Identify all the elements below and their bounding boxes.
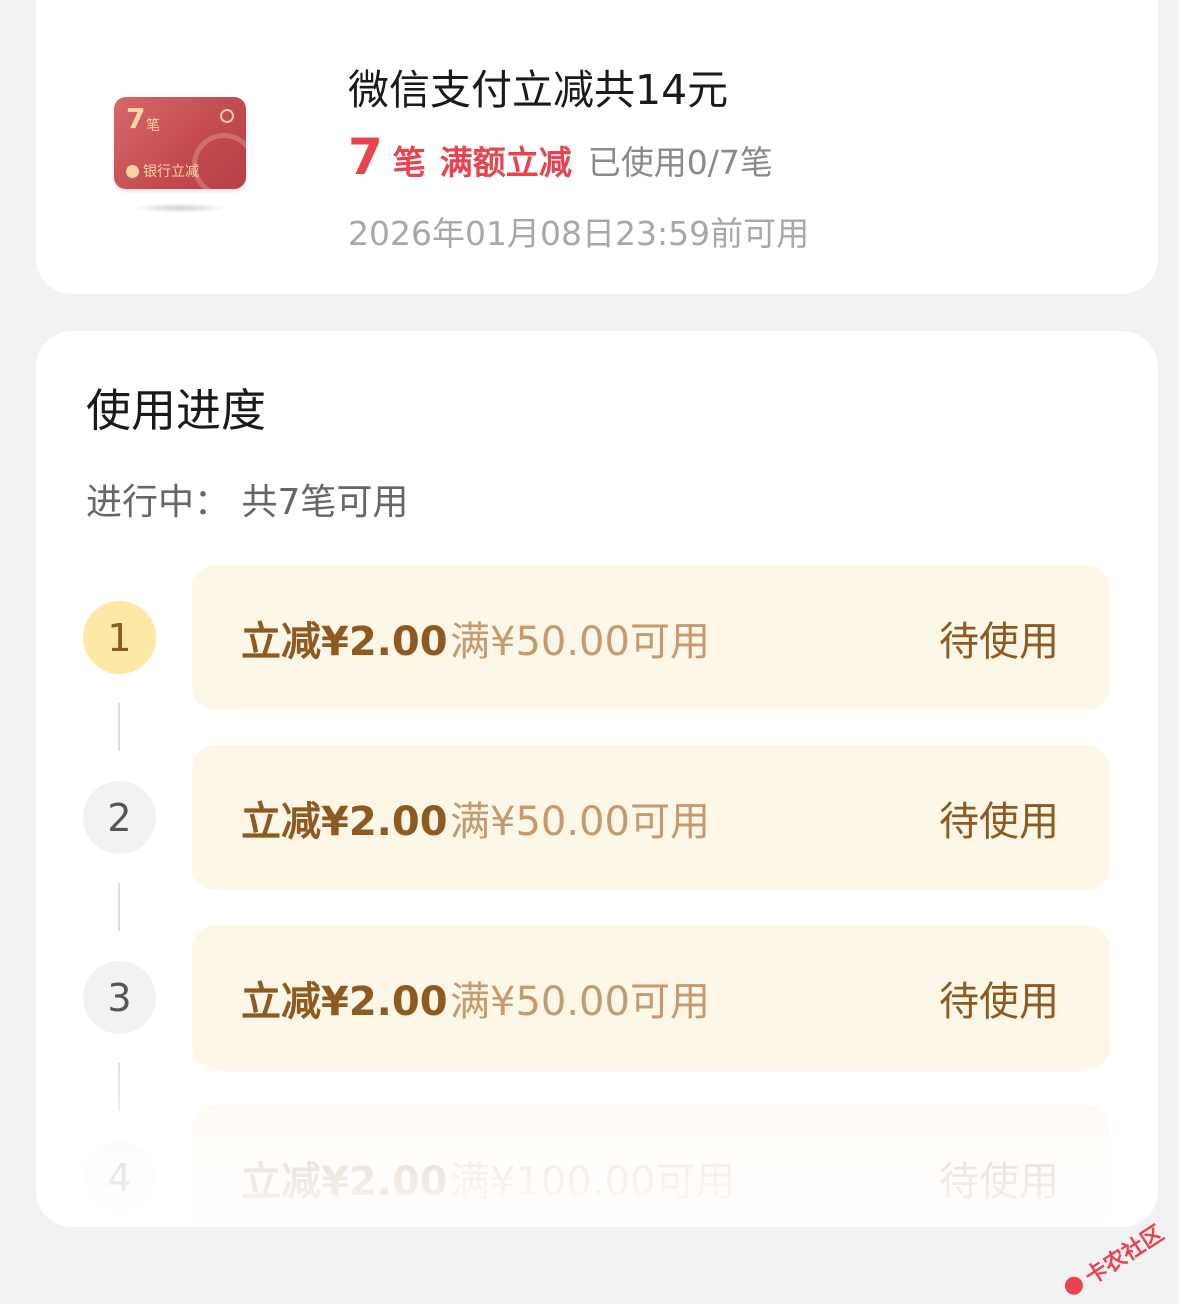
coupon-brand-label: 银行立减 xyxy=(143,164,199,180)
watermark-text: 卡农社区 xyxy=(1081,1221,1169,1291)
watermark-logo-icon xyxy=(1061,1273,1087,1299)
row-condition: 满¥50.00可用 xyxy=(450,798,710,845)
section-title: 使用进度 xyxy=(86,384,267,437)
coupon-image-count: 7 xyxy=(126,102,146,135)
step-connector xyxy=(118,703,120,751)
coupon-image-count-unit: 笔 xyxy=(146,118,160,134)
row-status: 待使用 xyxy=(939,978,1059,1025)
row-status: 待使用 xyxy=(939,1158,1059,1205)
coupon-brand: 银行立减 xyxy=(126,161,199,181)
row-condition: 满¥50.00可用 xyxy=(450,978,710,1025)
step-connector xyxy=(118,883,120,931)
coupon-title: 微信支付立减共14元 xyxy=(348,66,729,114)
row-status: 待使用 xyxy=(939,798,1059,845)
row-amount: 立减¥2.00 xyxy=(241,978,448,1025)
step-indicator-2: 2 xyxy=(83,781,156,854)
row-condition: 满¥100.00可用 xyxy=(450,1158,736,1205)
coupon-meta-line: 7 笔 满额立减 已使用0/7笔 xyxy=(348,128,773,186)
coupon-shadow xyxy=(134,203,226,213)
coupon-used-count: 已使用0/7笔 xyxy=(587,143,773,182)
row-status: 待使用 xyxy=(939,618,1059,665)
coupon-card-image: 7 笔 银行立减 xyxy=(114,97,246,189)
usage-progress-card: 使用进度 进行中： 共7笔可用 1 立减¥2.00 满¥50.00可用 待使用 … xyxy=(36,331,1158,1227)
coupon-row-4[interactable]: 立减¥2.00 满¥100.00可用 待使用 xyxy=(192,1105,1110,1227)
row-condition: 满¥50.00可用 xyxy=(450,618,710,665)
row-amount: 立减¥2.00 xyxy=(241,798,448,845)
progress-status: 进行中： 共7笔可用 xyxy=(86,482,409,523)
coupon-row-3[interactable]: 立减¥2.00 满¥50.00可用 待使用 xyxy=(192,925,1110,1070)
step-indicator-3: 3 xyxy=(83,961,156,1034)
row-amount: 立减¥2.00 xyxy=(241,618,448,665)
coupon-count: 7 xyxy=(348,128,383,186)
wechat-pay-icon xyxy=(126,164,139,178)
coupon-circle-icon xyxy=(220,109,234,123)
coupon-summary-card: 7 笔 银行立减 微信支付立减共14元 7 笔 满额立减 已使用0/7笔 202… xyxy=(36,0,1158,294)
coupon-row-1[interactable]: 立减¥2.00 满¥50.00可用 待使用 xyxy=(192,565,1110,710)
coupon-row-2[interactable]: 立减¥2.00 满¥50.00可用 待使用 xyxy=(192,745,1110,890)
coupon-expiry: 2026年01月08日23:59前可用 xyxy=(348,214,810,253)
step-indicator-4: 4 xyxy=(83,1141,156,1214)
coupon-count-unit: 笔 xyxy=(392,143,426,182)
step-connector xyxy=(118,1063,120,1111)
watermark: 卡农社区 xyxy=(1058,1216,1169,1304)
step-indicator-1: 1 xyxy=(83,601,156,674)
bank-seal-icon xyxy=(192,133,246,189)
row-amount: 立减¥2.00 xyxy=(241,1158,448,1205)
coupon-type-tag: 满额立减 xyxy=(439,143,572,182)
